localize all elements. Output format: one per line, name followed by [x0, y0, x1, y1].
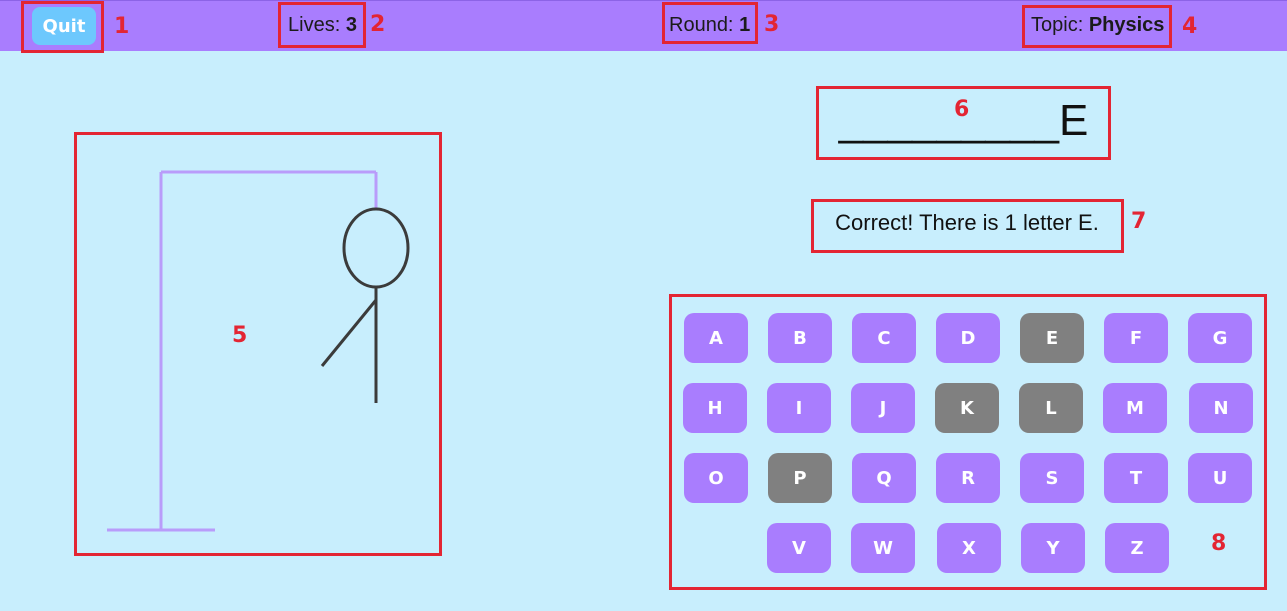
letter-key-e[interactable]: E — [1020, 313, 1084, 363]
letter-key-v[interactable]: V — [767, 523, 831, 573]
letter-key-m[interactable]: M — [1103, 383, 1167, 433]
letter-key-w[interactable]: W — [851, 523, 915, 573]
annotation-label-7: 7 — [1131, 209, 1147, 234]
annotation-label-2: 2 — [370, 12, 386, 37]
annotation-label-5: 5 — [232, 323, 248, 348]
figure-arm — [320, 299, 378, 367]
letter-key-n[interactable]: N — [1189, 383, 1253, 433]
annotation-label-1: 1 — [114, 14, 130, 39]
letter-key-a[interactable]: A — [684, 313, 748, 363]
annotation-label-3: 3 — [764, 12, 780, 37]
letter-key-g[interactable]: G — [1188, 313, 1252, 363]
letter-key-c[interactable]: C — [852, 313, 916, 363]
hangman-drawing — [107, 170, 410, 532]
letter-key-f[interactable]: F — [1104, 313, 1168, 363]
letter-key-h[interactable]: H — [683, 383, 747, 433]
letter-key-i[interactable]: I — [767, 383, 831, 433]
annotation-box-4 — [1022, 5, 1172, 48]
letter-key-j[interactable]: J — [851, 383, 915, 433]
letter-key-o[interactable]: O — [684, 453, 748, 503]
letter-key-k[interactable]: K — [935, 383, 999, 433]
letter-key-p[interactable]: P — [768, 453, 832, 503]
stick-figure — [320, 207, 410, 403]
annotation-label-6: 6 — [954, 97, 970, 122]
annotation-label-8: 8 — [1211, 531, 1227, 556]
letter-key-b[interactable]: B — [768, 313, 832, 363]
letter-key-d[interactable]: D — [936, 313, 1000, 363]
annotation-label-4: 4 — [1182, 14, 1198, 39]
letter-key-q[interactable]: Q — [852, 453, 916, 503]
letter-key-l[interactable]: L — [1019, 383, 1083, 433]
letter-key-t[interactable]: T — [1104, 453, 1168, 503]
letter-key-u[interactable]: U — [1188, 453, 1252, 503]
letter-key-z[interactable]: Z — [1105, 523, 1169, 573]
letter-key-s[interactable]: S — [1020, 453, 1084, 503]
letter-key-y[interactable]: Y — [1021, 523, 1085, 573]
letter-key-x[interactable]: X — [937, 523, 1001, 573]
figure-head — [342, 207, 410, 289]
annotation-box-3 — [662, 2, 758, 44]
annotation-box-7 — [811, 199, 1124, 253]
letter-key-r[interactable]: R — [936, 453, 1000, 503]
annotation-box-1 — [21, 1, 104, 53]
annotation-box-2 — [278, 2, 366, 48]
